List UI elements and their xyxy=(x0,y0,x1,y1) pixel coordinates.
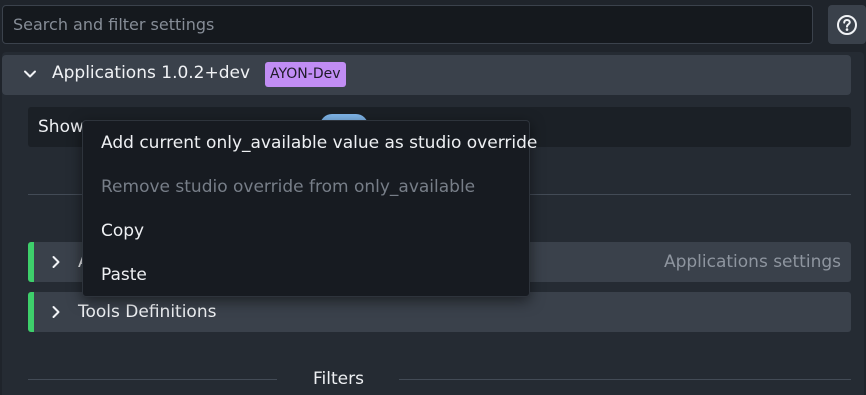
menu-item-copy[interactable]: Copy xyxy=(83,209,529,253)
menu-item-paste[interactable]: Paste xyxy=(83,253,529,297)
section-accent xyxy=(28,242,34,282)
menu-item-add-studio-override[interactable]: Add current only_available value as stud… xyxy=(83,121,537,165)
section-label: Tools Definitions xyxy=(78,302,217,322)
section-hint: Applications settings xyxy=(663,252,841,272)
question-circle-icon xyxy=(837,14,857,35)
section-tools-definitions[interactable]: Tools Definitions xyxy=(28,292,851,332)
filters-divider-right xyxy=(399,379,851,380)
variant-badge: AYON-Dev xyxy=(265,62,346,87)
addon-title: Applications 1.0.2+dev xyxy=(52,63,251,83)
search-field[interactable] xyxy=(2,5,813,44)
menu-item-remove-studio-override[interactable]: Remove studio override from only_availab… xyxy=(83,165,529,209)
section-accent xyxy=(28,292,34,332)
filters-heading: Filters xyxy=(313,369,364,389)
show-label: Show xyxy=(38,117,84,137)
context-menu: Add current only_available value as stud… xyxy=(82,120,537,297)
help-button[interactable] xyxy=(828,5,866,44)
chevron-right-icon[interactable] xyxy=(48,304,64,320)
filters-divider-left xyxy=(28,379,277,380)
chevron-down-icon[interactable] xyxy=(22,66,38,82)
chevron-right-icon[interactable] xyxy=(48,254,64,270)
search-input[interactable] xyxy=(3,6,812,43)
